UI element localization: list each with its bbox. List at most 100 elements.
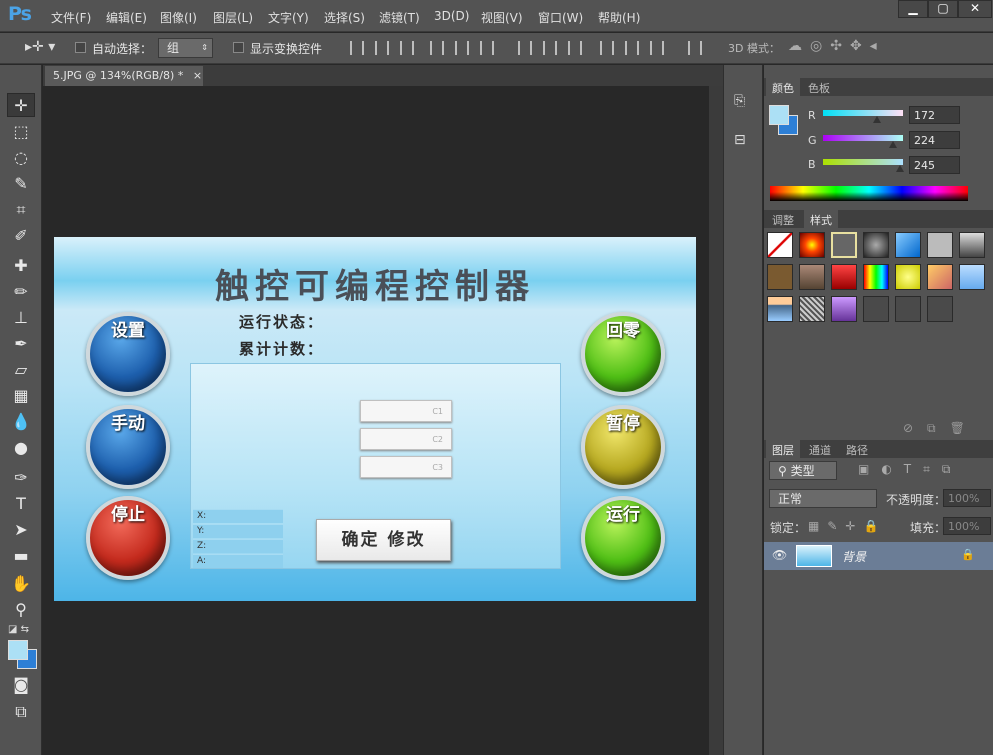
menu-image[interactable]: 图像(I) <box>160 9 197 26</box>
g-slider-thumb[interactable] <box>889 141 898 148</box>
menu-file[interactable]: 文件(F) <box>51 9 91 26</box>
opacity-value[interactable]: 100% <box>943 489 991 507</box>
color-fg-swatch[interactable] <box>769 105 789 125</box>
move-tool-icon[interactable]: ✛ <box>7 93 35 117</box>
g-value[interactable]: 224 <box>909 131 960 149</box>
menu-type[interactable]: 文字(Y) <box>268 9 309 26</box>
menu-help[interactable]: 帮助(H) <box>598 9 640 26</box>
styles-footer-icons[interactable]: ⊘⧉🗑 <box>903 421 979 436</box>
distribute-bottom-icon[interactable] <box>568 41 582 55</box>
zoom-tool-icon[interactable]: ⚲ <box>7 598 35 622</box>
style-preset-swatch[interactable] <box>863 264 889 290</box>
show-transform-checkbox[interactable] <box>233 42 244 53</box>
blur-tool-icon[interactable]: 💧 <box>7 410 35 434</box>
layer-row-background[interactable]: 👁 背景 🔒 <box>764 542 993 570</box>
align-top-icon[interactable] <box>350 41 364 55</box>
tab-paths[interactable]: 路径 <box>840 440 874 458</box>
menu-edit[interactable]: 编辑(E) <box>106 9 147 26</box>
distribute-hcenter-icon[interactable] <box>625 41 639 55</box>
b-value[interactable]: 245 <box>909 156 960 174</box>
minimize-button[interactable]: ▁ <box>898 0 928 18</box>
distribute-top-icon[interactable] <box>518 41 532 55</box>
tab-adjustments[interactable]: 调整 <box>766 210 800 228</box>
document-image[interactable]: 触控可编程控制器 运行状态： 累计计数： C1 C2 C3 X: Y: Z: A… <box>54 237 696 601</box>
menu-3d[interactable]: 3D(D) <box>434 9 469 23</box>
distribute-right-icon[interactable] <box>650 41 664 55</box>
r-value[interactable]: 172 <box>909 106 960 124</box>
rectangle-tool-icon[interactable]: ▬ <box>7 544 35 568</box>
style-preset-swatch[interactable] <box>799 232 825 258</box>
menu-view[interactable]: 视图(V) <box>481 9 523 26</box>
menu-layer[interactable]: 图层(L) <box>213 9 253 26</box>
style-preset-swatch[interactable] <box>895 264 921 290</box>
menu-select[interactable]: 选择(S) <box>324 9 365 26</box>
hand-tool-icon[interactable]: ✋ <box>7 572 35 596</box>
style-preset-swatch[interactable] <box>863 296 889 322</box>
style-preset-swatch[interactable] <box>895 232 921 258</box>
vertical-scrollbar[interactable] <box>709 86 723 755</box>
menu-filter[interactable]: 滤镜(T) <box>379 9 420 26</box>
auto-select-dropdown[interactable]: 组 ⇕ <box>158 38 213 58</box>
style-preset-swatch[interactable] <box>767 264 793 290</box>
b-slider[interactable] <box>823 159 904 172</box>
align-bottom-icon[interactable] <box>400 41 414 55</box>
style-preset-swatch[interactable] <box>799 296 825 322</box>
align-vcenter-icon[interactable] <box>375 41 389 55</box>
lock-icons[interactable]: ▦✎✛🔒 <box>808 519 886 533</box>
dodge-tool-icon[interactable]: ● <box>7 436 35 460</box>
style-preset-swatch[interactable] <box>959 232 985 258</box>
lasso-tool-icon[interactable]: ◌ <box>7 146 35 170</box>
foreground-color-swatch[interactable] <box>8 640 28 660</box>
eyedropper-tool-icon[interactable]: ✐ <box>7 224 35 248</box>
distribute-left-icon[interactable] <box>600 41 614 55</box>
tab-layers[interactable]: 图层 <box>766 440 800 458</box>
eraser-tool-icon[interactable]: ▱ <box>7 358 35 382</box>
color-spectrum-bar[interactable] <box>770 186 968 201</box>
screen-mode-icon[interactable]: ⧉ <box>7 700 35 724</box>
gradient-tool-icon[interactable]: ▦ <box>7 384 35 408</box>
style-preset-swatch[interactable] <box>831 264 857 290</box>
style-preset-swatch[interactable] <box>927 264 953 290</box>
style-preset-swatch[interactable] <box>831 232 857 258</box>
style-preset-swatch[interactable] <box>863 232 889 258</box>
marquee-tool-icon[interactable]: ⬚ <box>7 120 35 144</box>
quick-select-tool-icon[interactable]: ✎ <box>7 172 35 196</box>
brush-tool-icon[interactable]: ✏ <box>7 280 35 304</box>
fill-value[interactable]: 100% <box>943 517 991 535</box>
align-hcenter-icon[interactable] <box>455 41 469 55</box>
clone-stamp-tool-icon[interactable]: ⊥ <box>7 306 35 330</box>
close-tab-icon[interactable]: × <box>193 69 202 82</box>
move-tool-preset-icon[interactable]: ▸✛ ▾ <box>25 39 55 55</box>
crop-tool-icon[interactable]: ⌗ <box>7 198 35 222</box>
path-selection-tool-icon[interactable]: ➤ <box>7 518 35 542</box>
menu-window[interactable]: 窗口(W) <box>538 9 583 26</box>
layer-filter-icons[interactable]: ▣◐T⌗⧉ <box>858 462 962 477</box>
default-colors-icon[interactable]: ◪ ⇆ <box>8 624 29 635</box>
style-preset-swatch[interactable] <box>767 232 793 258</box>
distribute-vcenter-icon[interactable] <box>543 41 557 55</box>
b-slider-thumb[interactable] <box>895 165 904 172</box>
healing-brush-tool-icon[interactable]: ✚ <box>7 254 35 278</box>
history-brush-tool-icon[interactable]: ✒ <box>7 332 35 356</box>
quick-mask-icon[interactable]: ◙ <box>7 673 35 697</box>
g-slider[interactable] <box>823 135 903 148</box>
properties-panel-icon[interactable]: ⊟ <box>734 132 746 148</box>
style-preset-swatch[interactable] <box>799 264 825 290</box>
style-preset-swatch[interactable] <box>959 264 985 290</box>
tab-styles[interactable]: 样式 <box>804 210 838 228</box>
history-panel-icon[interactable]: ⎘ <box>734 93 745 109</box>
pen-tool-icon[interactable]: ✑ <box>7 466 35 490</box>
style-preset-swatch[interactable] <box>831 296 857 322</box>
3d-mode-icons[interactable]: ☁◎✣✥◂ <box>788 38 885 54</box>
layer-filter-dropdown[interactable]: ⚲ 类型 <box>769 461 837 480</box>
auto-select-checkbox[interactable] <box>75 42 86 53</box>
eye-icon[interactable]: 👁 <box>772 548 787 562</box>
tab-swatches[interactable]: 色板 <box>802 78 836 96</box>
style-preset-swatch[interactable] <box>927 232 953 258</box>
type-tool-icon[interactable]: T <box>7 492 35 516</box>
close-button[interactable]: ✕ <box>958 0 992 18</box>
auto-align-icon[interactable] <box>688 41 702 55</box>
align-left-icon[interactable] <box>430 41 444 55</box>
tab-channels[interactable]: 通道 <box>803 440 837 458</box>
style-preset-swatch[interactable] <box>767 296 793 322</box>
